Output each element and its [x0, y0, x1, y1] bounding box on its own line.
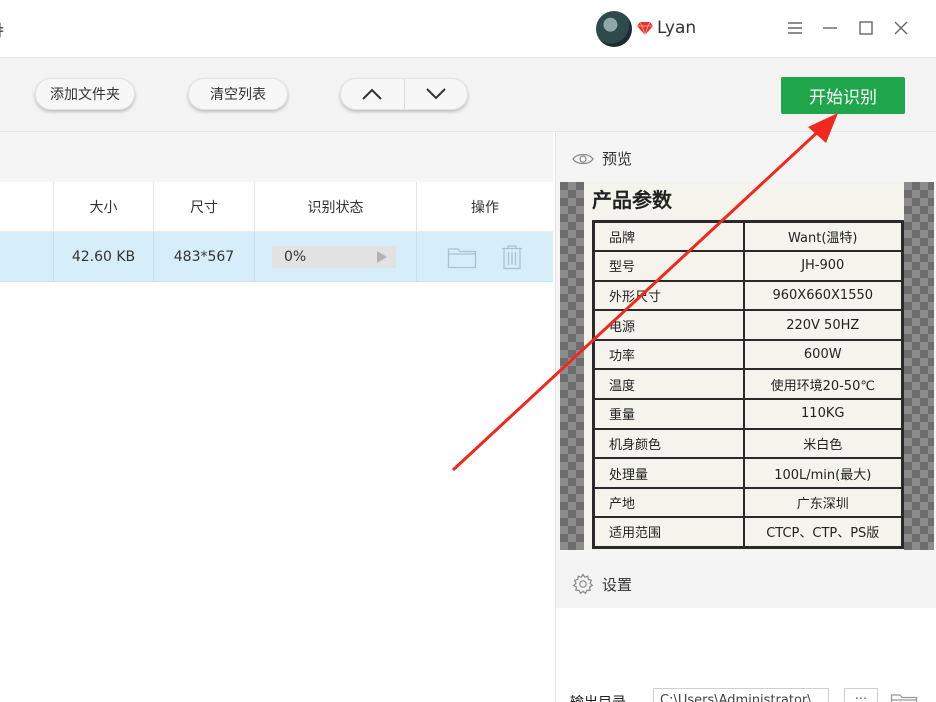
- gear-icon: [572, 573, 594, 595]
- toolbar: 添加文件夹 清空列表 开始识别: [0, 58, 936, 132]
- spec-row: 功率 600W: [592, 338, 904, 371]
- spec-value: 960X660X1550: [742, 279, 904, 312]
- clear-list-button[interactable]: 清空列表: [188, 78, 288, 110]
- move-down-button[interactable]: [405, 79, 468, 109]
- spec-row: 外形尺寸 960X660X1550: [592, 279, 904, 312]
- spec-key: 产地: [592, 486, 745, 519]
- column-status[interactable]: 识别状态: [254, 182, 416, 232]
- spec-row: 机身颜色 米白色: [592, 427, 904, 460]
- chevron-down-icon: [426, 88, 446, 100]
- preview-header: 预览: [572, 148, 632, 169]
- recognition-progress[interactable]: 0%: [272, 246, 396, 268]
- window-title-fragment: ǂ: [0, 19, 3, 38]
- list-header-band: [0, 132, 553, 182]
- output-dir-input[interactable]: C:\Users\Administrator\: [653, 688, 829, 702]
- close-icon[interactable]: [887, 14, 915, 42]
- minimize-icon[interactable]: [816, 14, 844, 42]
- product-image-title: 产品参数: [592, 188, 672, 212]
- file-list: 大小 尺寸 识别状态 操作 42.60 KB 483*567 0%: [0, 132, 553, 702]
- spec-key: 外形尺寸: [592, 279, 745, 312]
- vip-diamond-icon: [637, 21, 653, 36]
- spec-value: 600W: [742, 338, 904, 371]
- open-folder-icon[interactable]: [890, 692, 918, 702]
- spec-row: 温度 使用环境20-50℃: [592, 368, 904, 401]
- output-dir-label: 输出目录: [570, 692, 626, 702]
- column-size[interactable]: 大小: [53, 182, 153, 232]
- spec-key: 适用范围: [592, 516, 745, 549]
- spec-value: CTCP、CTP、PS版: [742, 516, 904, 549]
- eye-icon: [572, 153, 594, 164]
- output-browse-button[interactable]: ···: [844, 688, 878, 702]
- spec-key: 电源: [592, 309, 745, 341]
- spec-table: 品牌 Want(温特) 型号 JH-900 外形尺寸 960X660X1550 电源 220V…: [592, 220, 904, 549]
- move-up-button[interactable]: [341, 79, 405, 109]
- spec-value: 220V 50HZ: [742, 309, 904, 341]
- right-panel: 预览 产品参数 品牌 Want(温特) 型号 JH-900 外形尺寸 960X660X15…: [555, 132, 936, 702]
- move-button-group: [340, 78, 468, 110]
- title-bar: ǂ Lyan: [0, 0, 936, 58]
- spec-value: 米白色: [742, 427, 904, 460]
- spec-key: 重量: [592, 398, 745, 430]
- trash-icon[interactable]: [501, 244, 523, 270]
- add-folder-button[interactable]: 添加文件夹: [35, 78, 135, 110]
- start-recognition-button[interactable]: 开始识别: [781, 77, 905, 114]
- actions-cell: [416, 232, 553, 282]
- preview-image: 产品参数 品牌 Want(温特) 型号 JH-900 外形尺寸 960X660X1550 电…: [560, 182, 934, 550]
- spec-value: 100L/min(最大): [742, 457, 904, 489]
- avatar[interactable]: [596, 11, 632, 47]
- settings-header[interactable]: 设置: [556, 560, 936, 608]
- product-image: 产品参数 品牌 Want(温特) 型号 JH-900 外形尺寸 960X660X1550 电…: [584, 182, 904, 550]
- spec-row: 处理量 100L/min(最大): [592, 457, 904, 489]
- spec-row: 电源 220V 50HZ: [592, 309, 904, 341]
- file-dimensions: 483*567: [153, 232, 254, 282]
- table-row[interactable]: 42.60 KB 483*567 0%: [0, 232, 553, 282]
- spec-key: 型号: [592, 250, 745, 282]
- maximize-icon[interactable]: [852, 14, 880, 42]
- play-icon[interactable]: [377, 251, 387, 263]
- spec-value: 使用环境20-50℃: [742, 368, 904, 401]
- username[interactable]: Lyan: [657, 18, 696, 38]
- spec-row: 品牌 Want(温特): [592, 220, 904, 253]
- spec-value: 110KG: [742, 398, 904, 430]
- preview-title: 预览: [602, 150, 633, 168]
- spec-row: 型号 JH-900: [592, 250, 904, 282]
- spec-key: 功率: [592, 338, 745, 371]
- table-header: 大小 尺寸 识别状态 操作: [0, 182, 553, 232]
- settings-body: 输出目录 C:\Users\Administrator\ ···: [556, 608, 936, 702]
- file-size: 42.60 KB: [53, 232, 153, 282]
- spec-key: 机身颜色: [592, 427, 745, 460]
- column-dimensions[interactable]: 尺寸: [153, 182, 254, 232]
- spec-value: JH-900: [742, 250, 904, 282]
- settings-title: 设置: [602, 575, 633, 594]
- spec-row: 适用范围 CTCP、CTP、PS版: [592, 516, 904, 549]
- progress-text: 0%: [284, 249, 307, 265]
- spec-key: 温度: [592, 368, 745, 401]
- spec-value: 广东深圳: [742, 486, 904, 519]
- spec-row: 产地 广东深圳: [592, 486, 904, 519]
- spec-row: 重量 110KG: [592, 398, 904, 430]
- menu-icon[interactable]: [781, 14, 809, 42]
- chevron-up-icon: [362, 88, 382, 100]
- spec-key: 处理量: [592, 457, 745, 489]
- column-actions: 操作: [416, 182, 553, 232]
- spec-value: Want(温特): [742, 220, 904, 253]
- spec-key: 品牌: [592, 220, 745, 253]
- folder-icon[interactable]: [447, 245, 477, 269]
